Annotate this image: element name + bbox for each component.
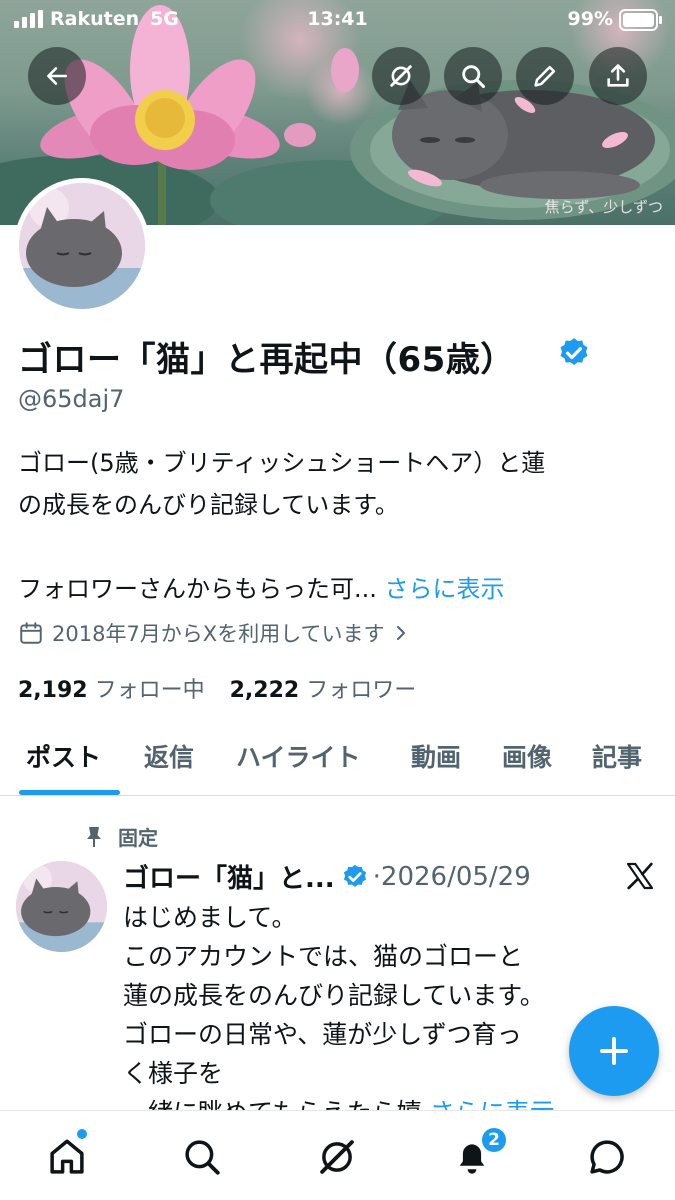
tweet-line: このアカウントでは、猫のゴローと [123,942,524,971]
tab-articles[interactable]: 記事 [592,738,642,774]
pinned-indicator: 固定 [84,822,158,851]
share-icon [607,64,629,87]
x-logo-icon[interactable] [624,860,656,892]
compose-post-button[interactable] [569,1006,659,1096]
nav-grok[interactable] [315,1135,359,1179]
notification-badge: 2 [480,1126,508,1154]
home-unread-dot [77,1129,87,1139]
profile-name: ゴロー「猫」と再起中（65歳） [18,340,515,380]
profile-handle: @65daj7 [18,385,125,413]
grok-icon [320,1140,354,1174]
bio-line: の成長をのんびり記録しています。 [18,491,399,519]
tweet-line: はじめまして。 [123,903,297,932]
nav-search[interactable] [180,1135,224,1179]
tab-videos[interactable]: 動画 [411,738,461,774]
plus-icon [600,1037,628,1065]
back-button[interactable] [28,47,86,105]
status-bar: Rakuten 5G 13:41 99% [0,0,675,40]
messages-icon [590,1140,624,1174]
pinned-label: 固定 [118,826,158,850]
avatar-image [16,861,107,952]
chevron-right-icon [396,626,405,640]
show-more-link[interactable]: さらに表示 [385,575,505,603]
grok-button[interactable] [372,47,430,105]
search-button[interactable] [444,47,502,105]
edit-button[interactable] [516,47,574,105]
grok-icon [390,65,412,87]
bio-line: フォロワーさんからもらった可... [18,575,377,603]
follow-stats: 2,192 フォロー中 2,222 フォロワー [18,672,416,704]
nav-messages[interactable] [585,1135,629,1179]
following-label: フォロー中 [94,678,205,703]
arrow-left-icon [47,67,67,85]
tab-posts[interactable]: ポスト [26,738,101,774]
followers-link[interactable]: 2,222 フォロワー [230,678,417,703]
battery-percent: 99% [567,8,613,30]
battery-icon [619,9,662,31]
banner-caption: 焦らず、少しずつ [544,198,663,216]
avatar-image [19,183,145,309]
followers-count: 2,222 [229,678,300,703]
tab-highlights[interactable]: ハイライト [236,738,361,774]
joined-label: 2018年7月からXを利用しています [52,622,385,646]
tweet-line: 蓮の成長をのんびり記録しています。 [123,981,545,1010]
verified-badge-icon [343,864,366,887]
profile-bio: ゴロー(5歳・ブリティッシュショートヘア）と蓮 の成長をのんびり記録しています。… [18,442,663,610]
nav-home[interactable] [45,1135,89,1179]
pin-icon [87,826,101,847]
profile-tabs: ポスト 返信 ハイライト 動画 画像 記事 [0,730,675,796]
tweet-line: く様子を [123,1059,224,1088]
verified-badge-icon[interactable] [557,336,591,370]
tweet-date[interactable]: ·2026/05/29 [373,862,531,892]
pencil-icon [534,65,556,87]
following-count: 2,192 [18,678,88,703]
followers-label: フォロワー [306,678,417,703]
tweet-author-avatar[interactable] [16,861,107,952]
tweet-author-name[interactable]: ゴロー「猫」と... [123,858,335,895]
tweet-text[interactable]: はじめまして。 このアカウントでは、猫のゴローと 蓮の成長をのんびり記録していま… [123,898,623,1132]
search-icon [462,65,486,89]
tab-media[interactable]: 画像 [502,738,552,774]
tweet-header: ゴロー「猫」と... ·2026/05/29 [123,858,531,895]
active-tab-indicator [19,790,120,795]
share-button[interactable] [589,47,647,105]
bottom-navigation [0,1110,675,1200]
following-link[interactable]: 2,192 フォロー中 [18,678,205,703]
calendar-icon [20,622,42,644]
tweet-line: ゴローの日常や、蓮が少しずつ育っ [123,1020,522,1049]
search-icon [185,1140,220,1175]
tab-replies[interactable]: 返信 [144,738,194,774]
joined-date[interactable]: 2018年7月からXを利用しています [18,618,409,648]
profile-avatar[interactable] [14,178,150,314]
bio-line: ゴロー(5歳・ブリティッシュショートヘア）と蓮 [18,449,546,477]
home-icon [50,1139,84,1174]
